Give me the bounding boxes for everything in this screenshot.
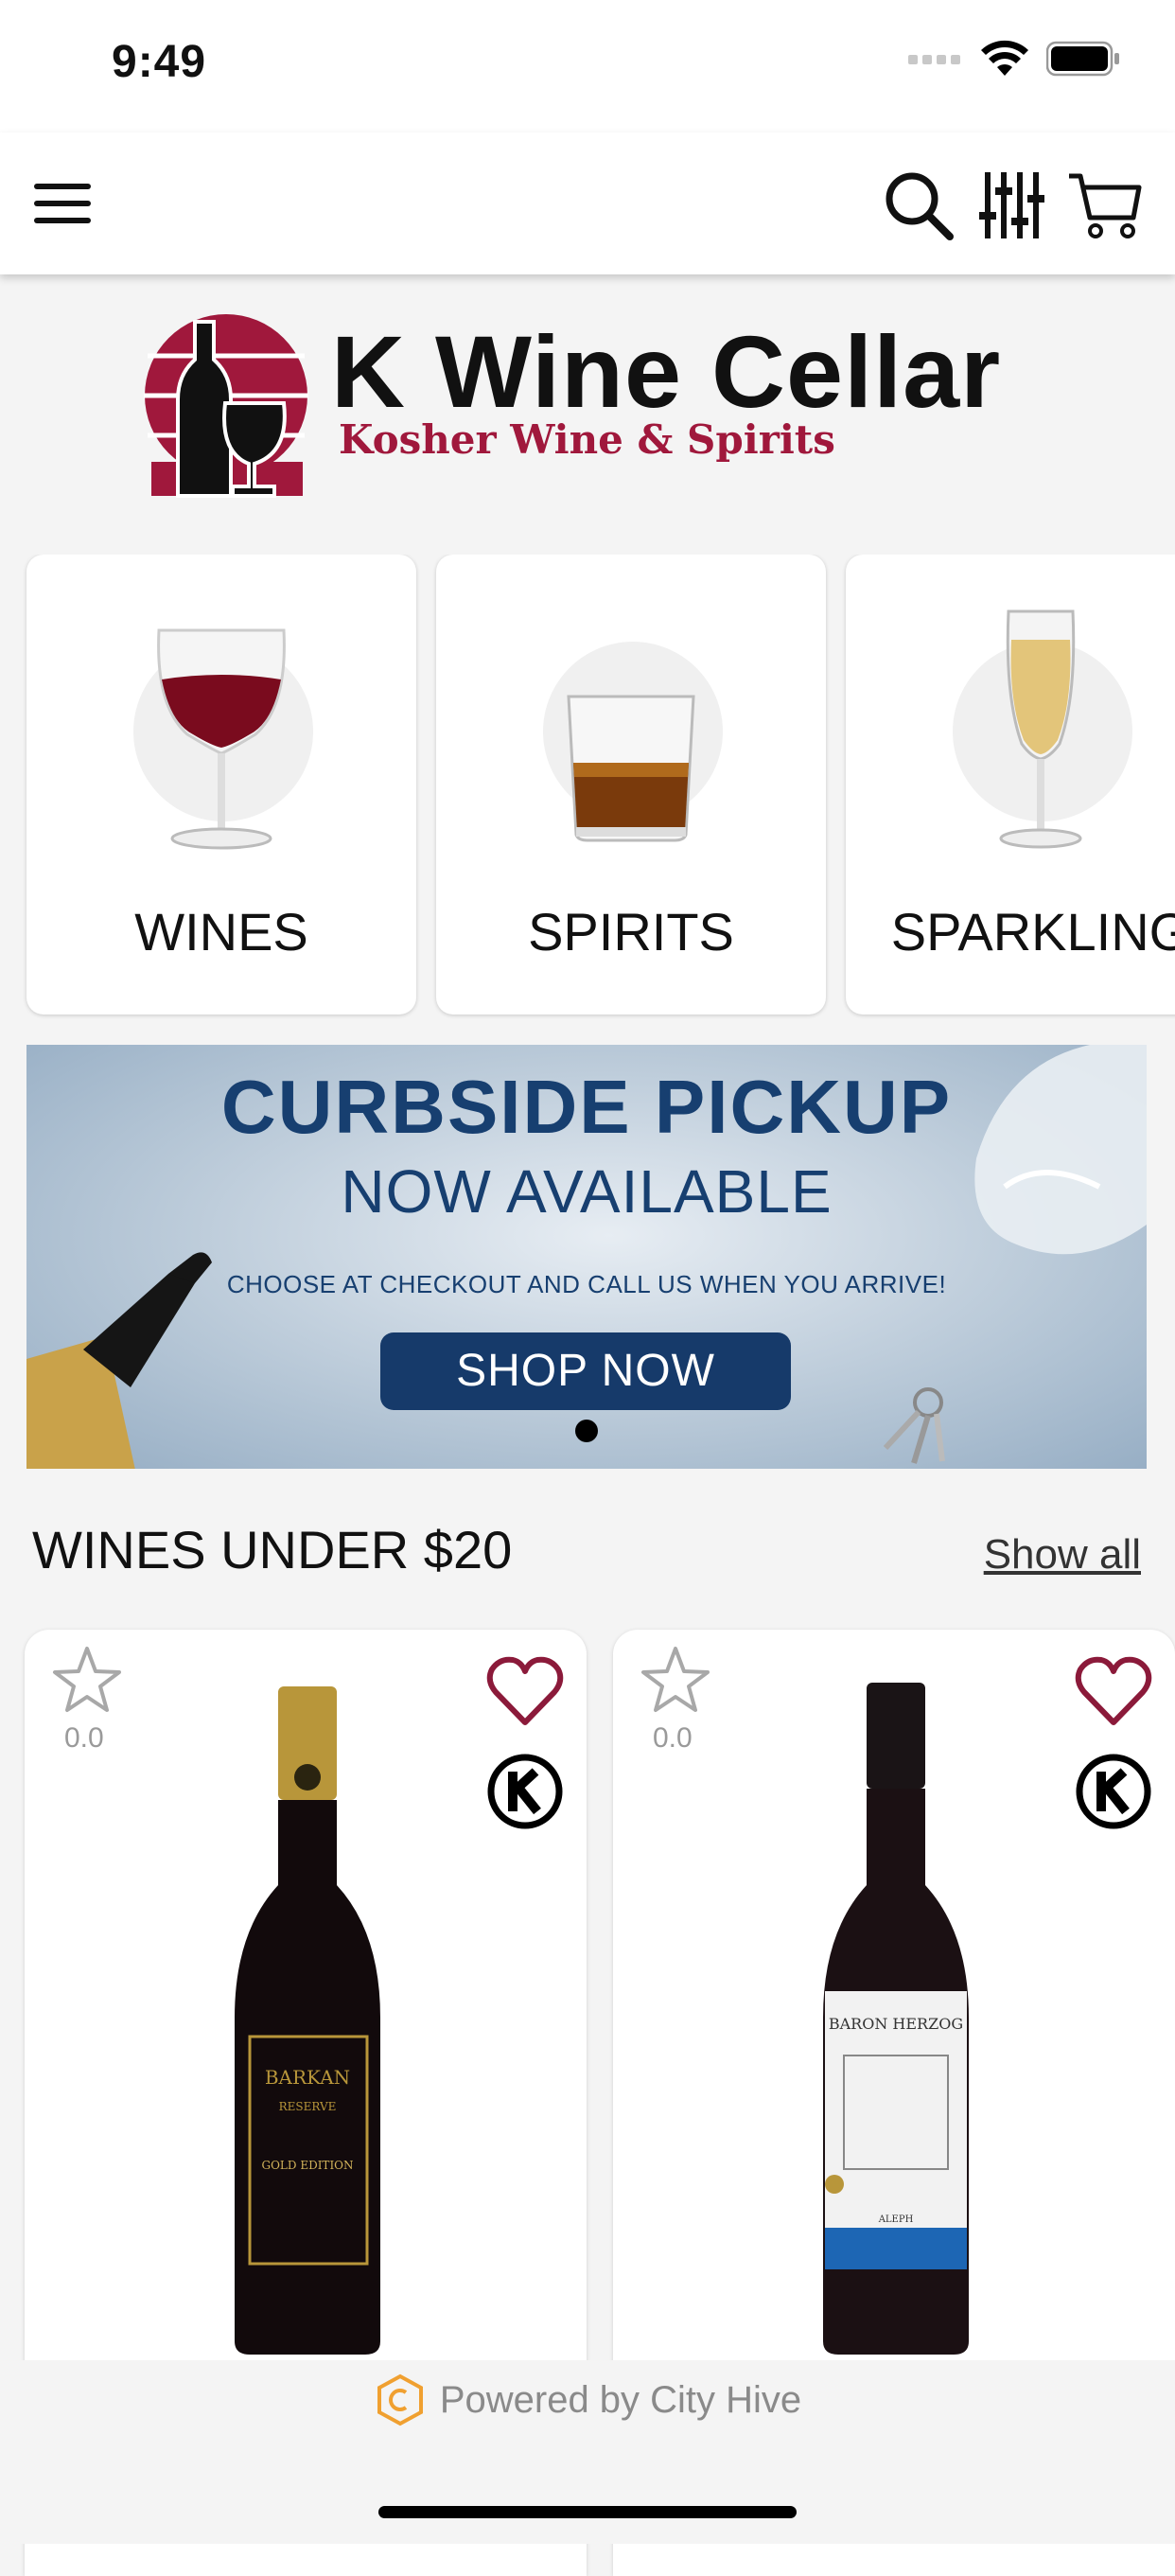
app-header	[0, 132, 1175, 274]
banner-instructions: CHOOSE AT CHECKOUT AND CALL US WHEN YOU …	[226, 1270, 947, 1298]
category-card-sparkling[interactable]: SPARKLING	[846, 555, 1175, 1015]
bottle-label-edition: GOLD EDITION	[261, 2159, 353, 2172]
category-label: WINES	[134, 902, 308, 962]
kosher-badge-icon	[1076, 1754, 1151, 1829]
footer: Powered by City Hive	[0, 2360, 1175, 2544]
hamburger-icon	[34, 184, 91, 223]
battery-icon	[1046, 41, 1119, 77]
status-bar: 9:49	[0, 0, 1175, 132]
logo-title: K Wine Cellar	[331, 314, 1002, 429]
banner-headline: CURBSIDE PICKUP	[220, 1065, 953, 1149]
home-indicator[interactable]	[378, 2506, 797, 2518]
bottle-label-brand: BARKAN	[265, 2066, 350, 2089]
category-label: SPIRITS	[528, 902, 734, 962]
category-label: SPARKLING	[890, 902, 1175, 962]
bottle-label-brand: BARON HERZOG	[829, 2015, 963, 2033]
search-icon[interactable]	[882, 168, 956, 242]
signal-icon	[908, 55, 960, 64]
wifi-icon	[981, 40, 1028, 76]
kosher-badge-icon	[487, 1754, 563, 1829]
status-icons	[908, 40, 1120, 78]
status-time: 9:49	[112, 37, 207, 87]
whiskey-glass-icon	[567, 695, 695, 842]
menu-button[interactable]	[32, 180, 93, 227]
filter-icon[interactable]	[978, 168, 1044, 242]
heart-favorite-icon[interactable]	[486, 1656, 564, 1728]
champagne-flute-icon	[999, 609, 1082, 849]
category-card-spirits[interactable]: SPIRITS	[436, 555, 826, 1015]
store-logo: K Wine Cellar Kosher Wine & Spirits	[138, 301, 1037, 500]
rating-value: 0.0	[653, 1722, 693, 1754]
star-rating-icon[interactable]	[638, 1643, 713, 1719]
carousel-dot-active[interactable]	[575, 1420, 598, 1442]
heart-favorite-icon[interactable]	[1075, 1656, 1152, 1728]
category-card-wines[interactable]: WINES	[26, 555, 416, 1015]
section-title: WINES UNDER $20	[32, 1520, 513, 1579]
cart-icon[interactable]	[1067, 168, 1143, 242]
category-carousel: WINES SPIRITS SPARKLING	[0, 555, 1175, 1020]
bottle-label-line: RESERVE	[279, 2100, 337, 2113]
banner-subheadline: NOW AVAILABLE	[341, 1157, 833, 1226]
powered-by[interactable]: Powered by City Hive	[0, 2373, 1175, 2426]
promo-banner[interactable]: CURBSIDE PICKUP NOW AVAILABLE CHOOSE AT …	[26, 1045, 1147, 1469]
show-all-link[interactable]: Show all	[984, 1531, 1141, 1579]
bottle-label-line: ALEPH	[878, 2214, 914, 2225]
logo-subtitle: Kosher Wine & Spirits	[339, 416, 835, 463]
rating-value: 0.0	[64, 1722, 104, 1754]
star-rating-icon[interactable]	[49, 1643, 125, 1719]
shop-now-button[interactable]: SHOP NOW	[380, 1332, 791, 1410]
powered-by-text: Powered by City Hive	[439, 2378, 802, 2421]
header-actions	[882, 168, 1143, 242]
city-hive-logo-icon	[377, 2373, 423, 2426]
wine-barrel-logo-icon	[144, 314, 308, 498]
wine-glass-icon	[157, 628, 286, 850]
keys-icon	[883, 1387, 945, 1464]
